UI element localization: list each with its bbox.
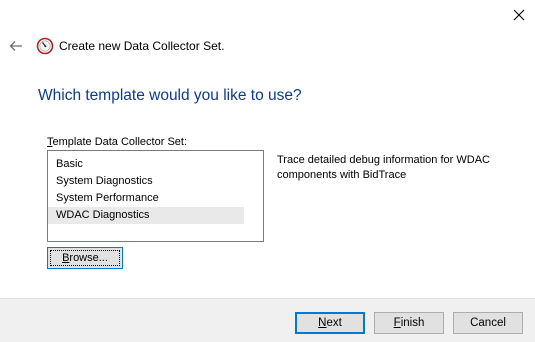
template-item-wdac-diagnostics[interactable]: WDAC Diagnostics xyxy=(48,207,244,224)
browse-button[interactable]: Browse... xyxy=(47,247,123,269)
next-label: ext xyxy=(326,317,342,329)
template-item-basic[interactable]: Basic xyxy=(48,156,244,173)
cancel-button[interactable]: Cancel xyxy=(453,312,523,334)
template-item-system-diagnostics[interactable]: System Diagnostics xyxy=(48,173,244,190)
next-accelerator: N xyxy=(318,317,327,329)
wizard-footer: Next Finish Cancel xyxy=(0,298,535,342)
template-description: Trace detailed debug information for WDA… xyxy=(277,154,490,181)
wizard-title: Create new Data Collector Set. xyxy=(59,39,225,53)
back-button[interactable] xyxy=(4,34,28,58)
wizard-header: Create new Data Collector Set. xyxy=(0,30,535,62)
finish-label: inish xyxy=(400,317,425,329)
finish-accelerator: F xyxy=(393,317,401,329)
next-button[interactable]: Next xyxy=(295,312,365,334)
close-button[interactable] xyxy=(503,0,535,30)
template-item-system-performance[interactable]: System Performance xyxy=(48,190,244,207)
focus-rectangle xyxy=(50,250,120,266)
template-list-label: Template Data Collector Set: xyxy=(47,136,187,148)
list-label-text: emplate Data Collector Set: xyxy=(52,136,188,148)
back-arrow-icon xyxy=(9,41,22,51)
cancel-label: Cancel xyxy=(470,317,506,329)
template-listbox[interactable]: Basic System Diagnostics System Performa… xyxy=(47,150,264,242)
data-collector-icon xyxy=(36,37,54,55)
page-heading: Which template would you like to use? xyxy=(38,87,302,104)
finish-button[interactable]: Finish xyxy=(374,312,444,334)
close-icon xyxy=(513,9,525,21)
